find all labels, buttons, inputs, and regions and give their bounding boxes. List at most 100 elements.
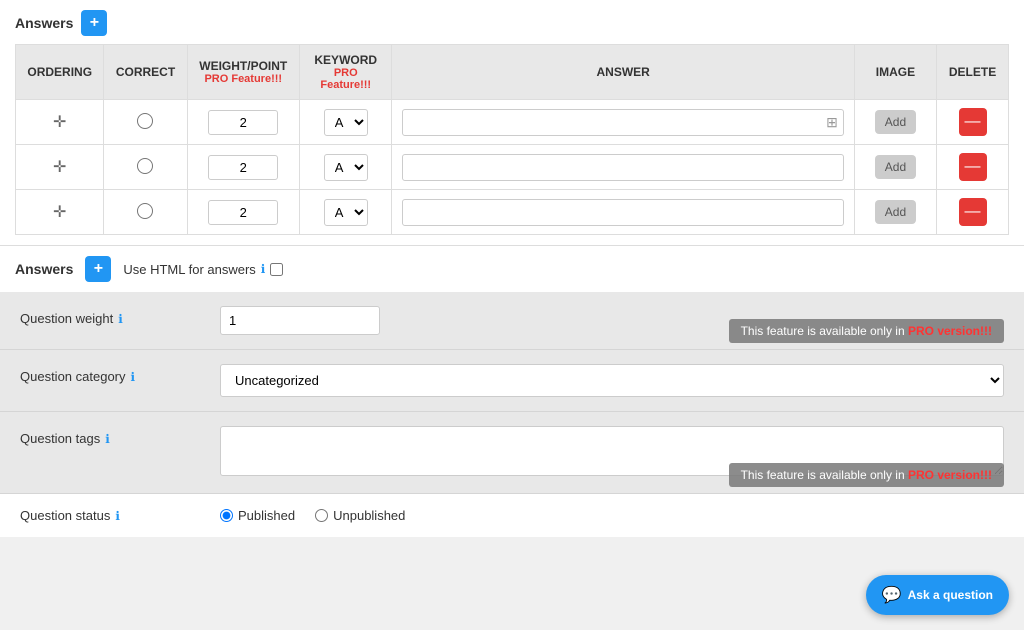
html-label-text: Use HTML for answers	[123, 262, 255, 277]
drag-handle-3[interactable]: ✛	[53, 204, 66, 221]
main-container: Answers + ORDERING CORRECT WEIGHT/POINT …	[0, 0, 1024, 537]
col-image: IMAGE	[854, 45, 936, 100]
weight-input-1[interactable]	[208, 110, 278, 135]
col-correct: CORRECT	[104, 45, 187, 100]
ask-question-label: Ask a question	[908, 588, 993, 602]
keyword-cell-2: A B C	[300, 145, 392, 190]
answer-input-wrapper-2	[402, 154, 843, 181]
weight-pro-label: PRO Feature!!!	[198, 73, 289, 85]
keyword-select-3[interactable]: A B C	[324, 199, 368, 226]
status-unpublished-label: Unpublished	[333, 508, 405, 523]
answer-input-wrapper-1: ⊞	[402, 109, 843, 136]
delete-cell-1: —	[937, 100, 1009, 145]
table-row: ✛ A B C	[16, 190, 1009, 235]
question-category-row: Question category ℹ Uncategorized	[0, 350, 1024, 412]
answers-title: Answers	[15, 15, 73, 31]
weight-pro-banner: This feature is available only in PRO ve…	[729, 319, 1004, 343]
correct-cell-3	[104, 190, 187, 235]
answer-input-3[interactable]	[402, 199, 843, 226]
html-info-icon: ℹ	[261, 262, 266, 276]
drag-cell-3: ✛	[16, 190, 104, 235]
keyword-cell-1: A B C	[300, 100, 392, 145]
col-keyword: KEYWORD PRO Feature!!!	[300, 45, 392, 100]
answers-header: Answers +	[15, 10, 1009, 36]
table-row: ✛ A B C	[16, 100, 1009, 145]
answer-input-wrapper-3	[402, 199, 843, 226]
tags-info-icon: ℹ	[105, 432, 110, 446]
question-weight-row: Question weight ℹ This feature is availa…	[0, 292, 1024, 350]
answer-input-2[interactable]	[402, 154, 843, 181]
status-published-label: Published	[238, 508, 295, 523]
keyword-pro-label: PRO Feature!!!	[310, 67, 381, 91]
question-status-row: Question status ℹ Published Unpublished	[0, 494, 1024, 537]
correct-radio-2[interactable]	[137, 158, 153, 174]
weight-pro-text: PRO version!!!	[908, 324, 992, 338]
keyword-select-2[interactable]: A B C	[324, 154, 368, 181]
image-cell-3: Add	[854, 190, 936, 235]
question-category-label: Question category ℹ	[20, 364, 220, 384]
drag-cell-1: ✛	[16, 100, 104, 145]
add-image-button-3[interactable]: Add	[875, 200, 916, 224]
question-details: Question weight ℹ This feature is availa…	[0, 292, 1024, 494]
delete-button-3[interactable]: —	[959, 198, 987, 226]
status-published-radio[interactable]	[220, 509, 233, 522]
correct-radio-1[interactable]	[137, 113, 153, 129]
answer-cell-3	[392, 190, 854, 235]
add-answer-button[interactable]: +	[81, 10, 107, 36]
answer-input-1[interactable]	[402, 109, 843, 136]
delete-button-2[interactable]: —	[959, 153, 987, 181]
html-checkbox[interactable]	[270, 263, 283, 276]
category-info-icon: ℹ	[131, 370, 136, 384]
edit-icon-1: ⊞	[826, 114, 838, 131]
tags-pro-text: PRO version!!!	[908, 468, 992, 482]
answers-section: Answers + ORDERING CORRECT WEIGHT/POINT …	[0, 0, 1024, 245]
status-options: Published Unpublished	[220, 508, 405, 523]
keyword-cell-3: A B C	[300, 190, 392, 235]
answer-cell-2	[392, 145, 854, 190]
category-select[interactable]: Uncategorized	[220, 364, 1004, 397]
image-cell-2: Add	[854, 145, 936, 190]
status-unpublished-radio[interactable]	[315, 509, 328, 522]
question-status-label: Question status ℹ	[20, 508, 220, 523]
correct-cell-1	[104, 100, 187, 145]
add-answer-button-bottom[interactable]: +	[85, 256, 111, 282]
add-image-button-1[interactable]: Add	[875, 110, 916, 134]
correct-radio-3[interactable]	[137, 203, 153, 219]
answers-table: ORDERING CORRECT WEIGHT/POINT PRO Featur…	[15, 44, 1009, 235]
answer-cell-1: ⊞	[392, 100, 854, 145]
answers-bottom-title: Answers	[15, 261, 73, 277]
delete-cell-3: —	[937, 190, 1009, 235]
delete-button-1[interactable]: —	[959, 108, 987, 136]
weight-input-3[interactable]	[208, 200, 278, 225]
status-published-option[interactable]: Published	[220, 508, 295, 523]
weight-info-icon: ℹ	[118, 312, 123, 326]
drag-handle-1[interactable]: ✛	[53, 114, 66, 131]
drag-handle-2[interactable]: ✛	[53, 159, 66, 176]
question-tags-content: This feature is available only in PRO ve…	[220, 426, 1004, 479]
question-tags-row: Question tags ℹ This feature is availabl…	[0, 412, 1024, 494]
drag-cell-2: ✛	[16, 145, 104, 190]
weight-cell-2	[187, 145, 299, 190]
ask-question-bubble[interactable]: 💬 Ask a question	[866, 575, 1009, 615]
weight-input-2[interactable]	[208, 155, 278, 180]
col-delete: DELETE	[937, 45, 1009, 100]
question-weight-label: Question weight ℹ	[20, 306, 220, 326]
col-answer: ANSWER	[392, 45, 854, 100]
col-ordering: ORDERING	[16, 45, 104, 100]
tags-pro-banner: This feature is available only in PRO ve…	[729, 463, 1004, 487]
table-row: ✛ A B C	[16, 145, 1009, 190]
question-weight-content: This feature is available only in PRO ve…	[220, 306, 1004, 335]
keyword-select-1[interactable]: A B C	[324, 109, 368, 136]
html-checkbox-label: Use HTML for answers ℹ	[123, 262, 283, 277]
question-weight-input[interactable]	[220, 306, 380, 335]
status-unpublished-option[interactable]: Unpublished	[315, 508, 405, 523]
weight-cell-1	[187, 100, 299, 145]
table-header-row: ORDERING CORRECT WEIGHT/POINT PRO Featur…	[16, 45, 1009, 100]
delete-cell-2: —	[937, 145, 1009, 190]
weight-cell-3	[187, 190, 299, 235]
speech-bubble-icon: 💬	[882, 585, 902, 605]
add-image-button-2[interactable]: Add	[875, 155, 916, 179]
question-tags-label: Question tags ℹ	[20, 426, 220, 446]
col-weight: WEIGHT/POINT PRO Feature!!!	[187, 45, 299, 100]
answers-bottom-bar: Answers + Use HTML for answers ℹ	[0, 245, 1024, 292]
